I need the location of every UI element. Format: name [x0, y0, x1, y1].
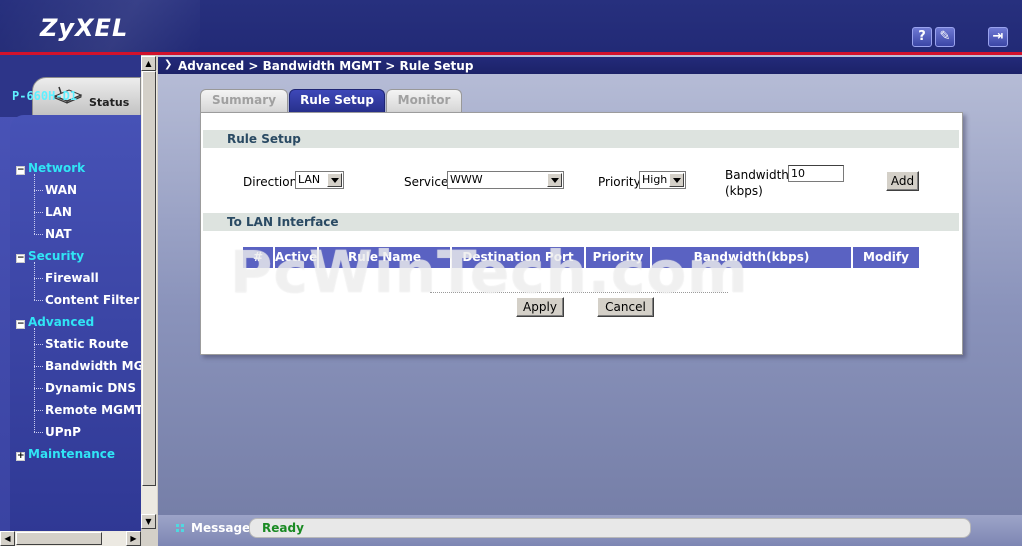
to-lan-interface-header: To LAN Interface [203, 213, 959, 231]
bandwidth-input[interactable]: 10 [788, 165, 844, 182]
help-button[interactable]: ? [912, 27, 932, 47]
tab-rule-setup[interactable]: Rule Setup [289, 89, 385, 112]
chevron-down-icon [547, 173, 562, 187]
tree-line [34, 278, 43, 279]
nav-item-firewall[interactable]: Firewall [45, 271, 99, 285]
message-dots-icon [176, 524, 184, 532]
tree-line [34, 366, 43, 367]
nav-item-remote-mgmt[interactable]: Remote MGMT [45, 403, 143, 417]
nav-item-dynamic-dns[interactable]: Dynamic DNS [45, 381, 136, 395]
model-name: P-660H-D1 [12, 89, 78, 103]
nav-item-bandwidth-mgmt[interactable]: Bandwidth MGMT [45, 359, 141, 373]
horizontal-scroll-thumb[interactable] [16, 532, 102, 545]
tree-line [34, 388, 43, 389]
rule-setup-header: Rule Setup [203, 130, 959, 148]
breadcrumb-arrow-icon: ❯ [164, 59, 173, 70]
nav-section-security[interactable]: − Security [16, 249, 84, 263]
tree-line [34, 410, 43, 411]
message-label: Message [191, 521, 251, 535]
column-header-number: # [243, 247, 275, 268]
nav-section-maintenance[interactable]: + Maintenance [16, 447, 115, 461]
column-header-priority: Priority [586, 247, 652, 268]
scroll-right-icon[interactable]: ▶ [126, 531, 141, 546]
nav-item-static-route[interactable]: Static Route [45, 337, 129, 351]
column-header-destination-port: Destination Port [452, 247, 586, 268]
service-select[interactable]: WWW [447, 171, 564, 189]
cancel-button[interactable]: Cancel [597, 297, 654, 317]
nav-section-advanced[interactable]: − Advanced [16, 315, 94, 329]
breadcrumb: Advanced > Bandwidth MGMT > Rule Setup [178, 59, 474, 73]
column-header-rule-name: Rule Name [319, 247, 452, 268]
tree-line [34, 262, 35, 300]
nav-item-wan[interactable]: WAN [45, 183, 77, 197]
tree-line [34, 234, 43, 235]
priority-select[interactable]: High [639, 171, 686, 189]
status-label: Status [89, 96, 130, 109]
brand-logo: ZyXEL [40, 14, 129, 42]
apply-button[interactable]: Apply [516, 297, 564, 317]
nav-item-content-filter[interactable]: Content Filter [45, 293, 139, 307]
bandwidth-label: Bandwidth [725, 168, 789, 182]
collapse-icon[interactable]: − [16, 166, 25, 175]
message-value: Ready [262, 521, 304, 535]
scroll-up-icon[interactable]: ▲ [141, 56, 156, 71]
priority-label: Priority [598, 175, 641, 189]
header-bar: ZyXEL ? ✎ ⇥ [0, 0, 1022, 55]
column-header-active: Active [275, 247, 319, 268]
column-header-bandwidth: Bandwidth(kbps) [652, 247, 853, 268]
add-button[interactable]: Add [886, 171, 919, 191]
collapse-icon[interactable]: − [16, 320, 25, 329]
rules-table-header: # Active Rule Name Destination Port Prio… [243, 247, 919, 268]
tree-line [34, 190, 43, 191]
vertical-scroll-thumb[interactable] [142, 71, 156, 486]
tree-line [34, 212, 43, 213]
logout-button[interactable]: ⇥ [988, 27, 1008, 47]
direction-select[interactable]: LAN [295, 171, 344, 189]
tab-summary[interactable]: Summary [200, 89, 288, 112]
chevron-down-icon [669, 173, 684, 187]
nav-item-nat[interactable]: NAT [45, 227, 72, 241]
nav-item-upnp[interactable]: UPnP [45, 425, 81, 439]
tab-monitor[interactable]: Monitor [386, 89, 462, 112]
wizard-button[interactable]: ✎ [935, 27, 955, 47]
divider [430, 292, 728, 293]
scroll-down-icon[interactable]: ▼ [141, 514, 156, 529]
column-header-modify: Modify [853, 247, 919, 268]
direction-label: Direction [243, 175, 298, 189]
expand-icon[interactable]: + [16, 452, 25, 461]
chevron-down-icon [327, 173, 342, 187]
tree-line [34, 174, 35, 234]
tree-line [34, 432, 43, 433]
collapse-icon[interactable]: − [16, 254, 25, 263]
service-label: Service [404, 175, 449, 189]
nav-item-lan[interactable]: LAN [45, 205, 72, 219]
nav-section-network[interactable]: − Network [16, 161, 85, 175]
tree-line [34, 300, 43, 301]
message-field [249, 518, 971, 538]
bandwidth-unit: (kbps) [725, 184, 763, 198]
scroll-left-icon[interactable]: ◀ [0, 531, 15, 546]
content-panel [200, 112, 963, 355]
tree-line [34, 344, 43, 345]
